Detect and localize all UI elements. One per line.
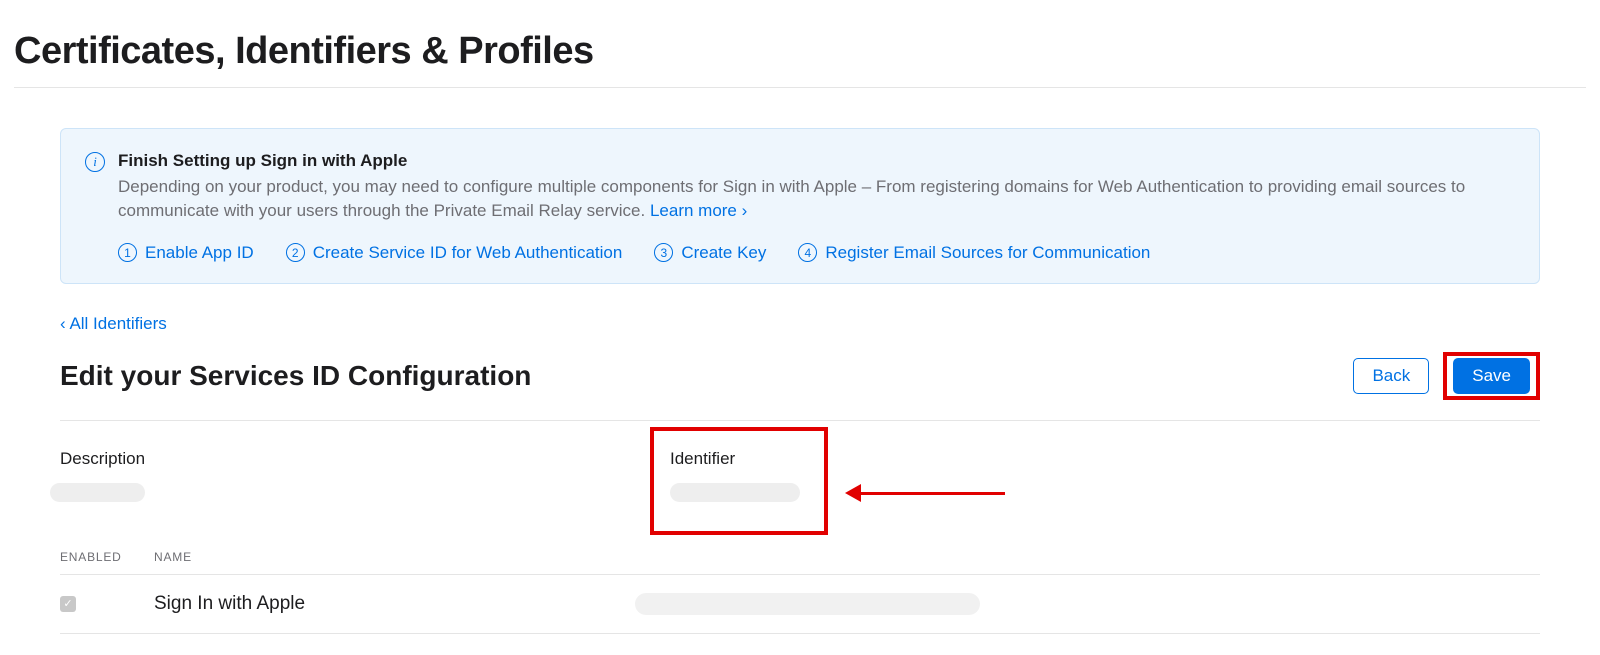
arrow-annotation (845, 484, 1005, 486)
column-header-name: NAME (154, 550, 1540, 564)
description-label: Description (60, 449, 670, 469)
step-number-icon: 1 (118, 243, 137, 262)
step-register-email-sources[interactable]: 4 Register Email Sources for Communicati… (798, 243, 1150, 263)
step-create-key[interactable]: 3 Create Key (654, 243, 766, 263)
back-button[interactable]: Back (1353, 358, 1429, 394)
identifier-label: Identifier (670, 449, 800, 469)
identifier-highlight-annotation (650, 427, 828, 535)
info-description: Depending on your product, you may need … (118, 175, 1515, 223)
step-label: Register Email Sources for Communication (825, 243, 1150, 263)
arrow-line (859, 492, 1005, 495)
capabilities-table: ENABLED NAME ✓ Sign In with Apple (60, 550, 1540, 634)
table-row: ✓ Sign In with Apple (60, 575, 1540, 633)
table-divider (60, 633, 1540, 634)
enabled-checkbox[interactable]: ✓ (60, 596, 76, 612)
identifier-field: Identifier (670, 449, 800, 502)
capability-detail-redacted (635, 593, 980, 615)
identifier-value-redacted (670, 483, 800, 502)
section-title: Edit your Services ID Configuration (60, 360, 531, 392)
section-divider (60, 420, 1540, 421)
info-title: Finish Setting up Sign in with Apple (118, 151, 1515, 171)
info-icon: i (85, 152, 105, 172)
save-highlight-annotation: Save (1443, 352, 1540, 400)
learn-more-link[interactable]: Learn more › (650, 201, 747, 220)
column-header-enabled: ENABLED (60, 550, 128, 564)
step-label: Enable App ID (145, 243, 254, 263)
step-number-icon: 2 (286, 243, 305, 262)
step-number-icon: 4 (798, 243, 817, 262)
step-number-icon: 3 (654, 243, 673, 262)
step-label: Create Service ID for Web Authentication (313, 243, 623, 263)
page-title: Certificates, Identifiers & Profiles (0, 0, 1600, 87)
breadcrumb-all-identifiers[interactable]: ‹ All Identifiers (60, 314, 1540, 334)
step-enable-app-id[interactable]: 1 Enable App ID (118, 243, 254, 263)
description-field: Description (60, 449, 670, 502)
info-panel: i Finish Setting up Sign in with Apple D… (60, 128, 1540, 284)
capability-name: Sign In with Apple (154, 593, 609, 615)
step-label: Create Key (681, 243, 766, 263)
save-button[interactable]: Save (1453, 358, 1530, 394)
description-value-redacted (50, 483, 145, 502)
step-create-service-id[interactable]: 2 Create Service ID for Web Authenticati… (286, 243, 623, 263)
info-description-text: Depending on your product, you may need … (118, 177, 1465, 220)
